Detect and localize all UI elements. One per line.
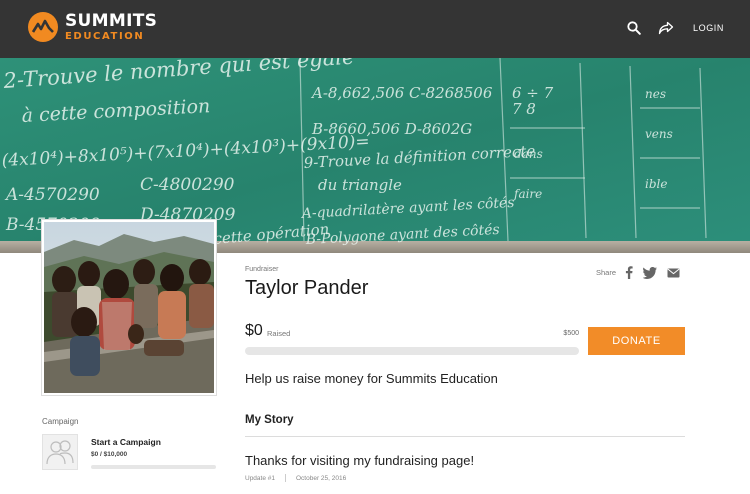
raised-label: Raised [267,329,291,338]
campaign-progress-bar [91,465,216,469]
update-number: Update #1 [245,474,275,482]
search-icon[interactable] [625,19,643,37]
meta-separator [285,474,286,482]
fundraiser-tagline: Help us raise money for Summits Educatio… [245,371,498,386]
goal-amount: $500 [563,330,579,337]
update-title: Thanks for visiting my fundraising page! [245,453,475,468]
update-meta: Update #1 October 25, 2016 [245,474,346,482]
share-bar: Share [596,266,690,279]
mountain-logo-icon [28,12,58,42]
logo-wordmark-summits: SUMMITS [65,10,158,31]
my-story-heading: My Story [245,414,294,426]
svg-text:C-4800290: C-4800290 [140,175,235,195]
fundraiser-progress-bar [245,347,579,355]
update-date: October 25, 2016 [296,474,347,482]
campaign-group-icon[interactable] [42,434,78,470]
summits-education-logo[interactable]: SUMMITS EDUCATION [28,12,157,42]
facebook-icon[interactable] [625,266,633,279]
top-navigation-bar: SUMMITS EDUCATION LOGIN [0,0,750,58]
svg-text:ible: ible [645,177,667,191]
logo-wordmark-education: EDUCATION [65,30,145,42]
share-arrow-icon[interactable] [657,19,675,37]
svg-text:dans: dans [514,147,543,161]
campaign-amount: $0 / $10,000 [91,451,128,458]
svg-text:A-8,662,506 C-8268506: A-8,662,506 C-8268506 [310,84,493,102]
sidebar-campaign-label: Campaign [42,417,79,426]
story-divider [245,436,685,437]
share-label: Share [596,268,617,277]
fundraiser-type-label: Fundraiser [245,266,279,273]
raised-amount: $0 [245,322,263,339]
svg-text:nes: nes [645,87,666,101]
svg-text:B-8660,506 D-8602G: B-8660,506 D-8602G [311,120,472,138]
donate-button[interactable]: DONATE [588,327,685,355]
svg-text:A-4570290: A-4570290 [4,185,100,205]
svg-text:7 8: 7 8 [512,100,536,118]
email-icon[interactable] [667,268,680,278]
login-link[interactable]: LOGIN [693,23,724,33]
svg-text:faire: faire [513,187,542,201]
svg-text:vens: vens [645,127,673,141]
fundraiser-profile-photo [42,220,216,395]
fundraiser-name: Taylor Pander [245,277,369,299]
twitter-icon[interactable] [643,266,658,279]
svg-text:du triangle: du triangle [318,176,402,194]
start-campaign-link[interactable]: Start a Campaign [91,437,161,447]
